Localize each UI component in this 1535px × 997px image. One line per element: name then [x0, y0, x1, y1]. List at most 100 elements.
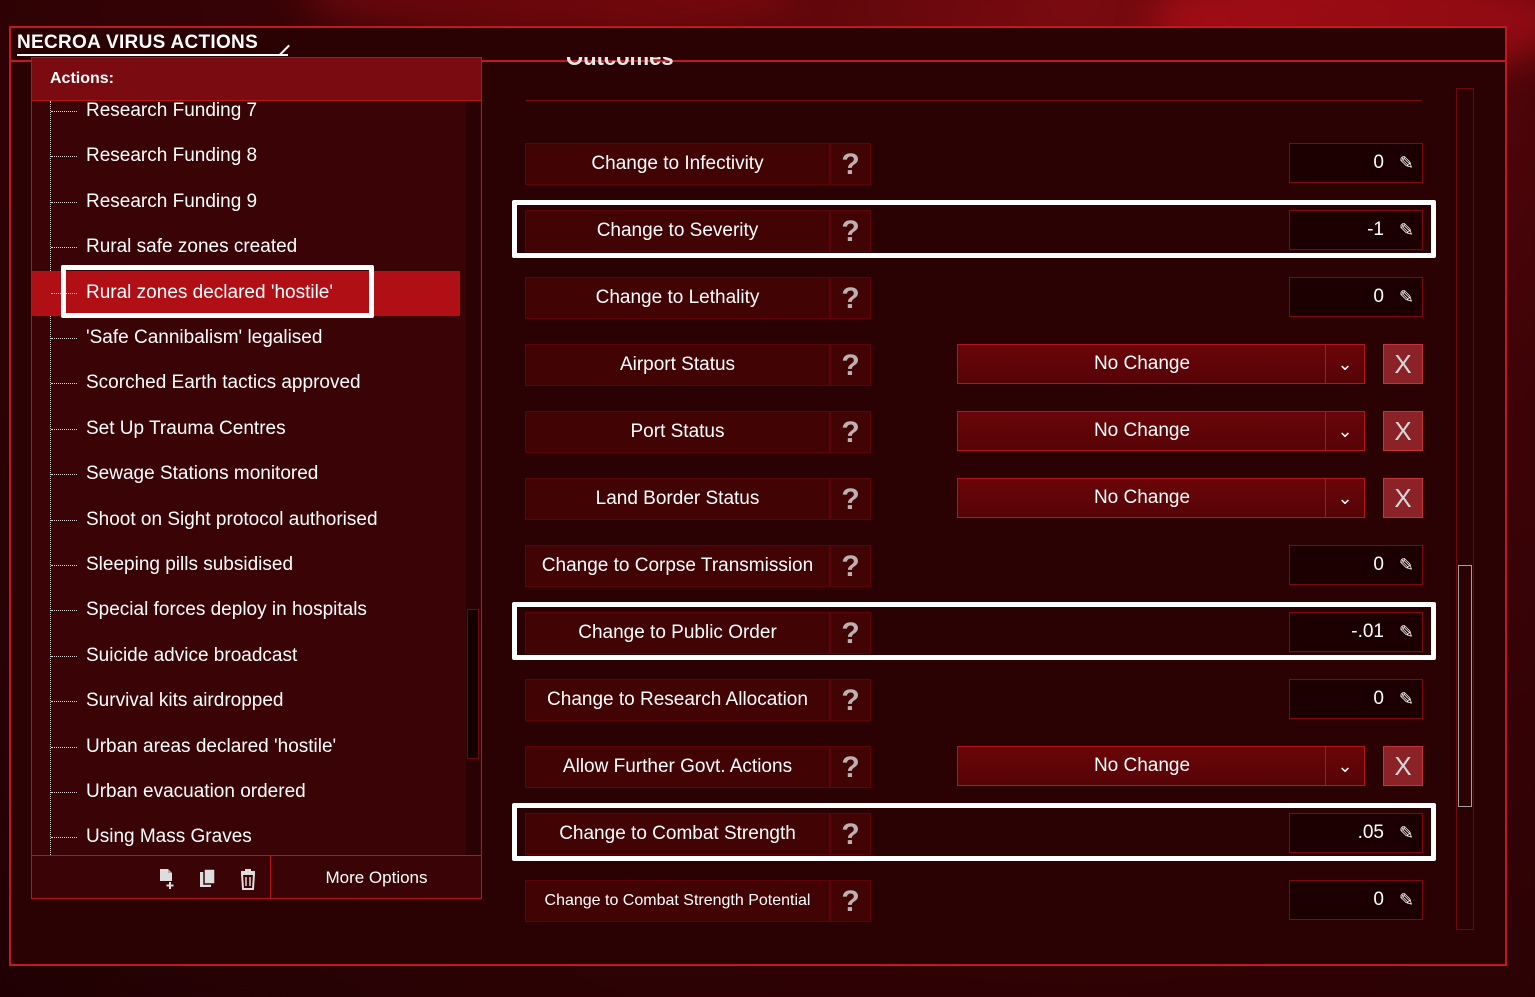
status-dropdown[interactable]: No Change ⌄ — [957, 746, 1365, 786]
value-text: 0 — [1373, 889, 1384, 910]
value-field[interactable]: 0 ✎ — [1289, 880, 1423, 920]
value-field[interactable]: 0 ✎ — [1289, 277, 1423, 317]
help-icon[interactable]: ? — [830, 679, 871, 721]
edit-pencil-icon[interactable]: ✎ — [1399, 153, 1414, 174]
list-item[interactable]: Research Funding 8 — [32, 134, 460, 179]
chevron-down-icon[interactable]: ⌄ — [1325, 345, 1364, 383]
help-icon[interactable]: ? — [830, 411, 871, 453]
list-item[interactable]: Using Mass Graves — [32, 815, 460, 855]
list-item[interactable]: Urban areas declared 'hostile' — [32, 725, 460, 770]
tree-connector — [51, 292, 77, 294]
list-item-label: Research Funding 8 — [86, 145, 258, 167]
clear-button[interactable]: X — [1383, 344, 1423, 384]
help-icon[interactable]: ? — [830, 344, 871, 386]
edit-pencil-icon[interactable]: ✎ — [1399, 287, 1414, 308]
list-item[interactable]: Rural safe zones created — [32, 225, 460, 270]
list-item-selected[interactable]: Rural zones declared 'hostile' — [32, 270, 460, 316]
outcome-row-land-border-status: Land Border Status? No Change ⌄ X — [525, 478, 1425, 520]
outcome-label: Change to Research Allocation — [525, 679, 830, 721]
value-field[interactable]: -.01 ✎ — [1289, 612, 1423, 652]
list-item[interactable]: Sleeping pills subsidised — [32, 543, 460, 588]
help-icon[interactable]: ? — [830, 746, 871, 788]
list-item[interactable]: Urban evacuation ordered — [32, 770, 460, 815]
tree-connector — [51, 792, 77, 793]
edit-pencil-icon[interactable]: ✎ — [1399, 555, 1414, 576]
value-text: .05 — [1357, 822, 1384, 843]
tree-connector — [51, 837, 77, 839]
outcome-label: Land Border Status — [525, 478, 830, 520]
outcomes-area: Outcomes Change to Infectivity? 0 ✎ Change … — [512, 57, 1450, 937]
outcome-label: Change to Public Order — [525, 612, 830, 654]
outcome-label: Change to Corpse Transmission — [525, 545, 830, 587]
help-icon[interactable]: ? — [830, 880, 871, 922]
list-item-label: Special forces deploy in hospitals — [86, 599, 367, 621]
clear-button[interactable]: X — [1383, 411, 1423, 451]
list-item[interactable]: Scorched Earth tactics approved — [32, 361, 460, 406]
value-field[interactable]: -1 ✎ — [1289, 210, 1423, 250]
outcome-row-change-to-corpse-transmission: Change to Corpse Transmission? 0 ✎ — [525, 545, 1425, 587]
help-icon[interactable]: ? — [830, 612, 871, 654]
value-field[interactable]: .05 ✎ — [1289, 813, 1423, 853]
status-dropdown[interactable]: No Change ⌄ — [957, 411, 1365, 451]
value-field[interactable]: 0 ✎ — [1289, 545, 1423, 585]
help-icon[interactable]: ? — [830, 143, 871, 185]
clear-button[interactable]: X — [1383, 746, 1423, 786]
list-item[interactable]: Shoot on Sight protocol authorised — [32, 498, 460, 543]
value-text: 0 — [1373, 688, 1384, 709]
edit-pencil-icon[interactable]: ✎ — [1399, 890, 1414, 911]
tree-connector — [51, 156, 77, 158]
outcome-row-change-to-combat-strength: Change to Combat Strength? .05 ✎ — [525, 813, 1425, 855]
list-item-label: Sleeping pills subsidised — [86, 554, 294, 575]
status-dropdown[interactable]: No Change ⌄ — [957, 344, 1365, 384]
add-file-icon[interactable] — [158, 868, 176, 890]
list-item[interactable]: Sewage Stations monitored — [32, 452, 460, 497]
list-item-label: 'Safe Cannibalism' legalised — [86, 327, 323, 348]
copy-icon[interactable] — [199, 868, 217, 890]
actions-list-scroll-thumb[interactable] — [467, 609, 479, 759]
actions-list-scrollbar[interactable] — [466, 101, 480, 855]
chevron-down-icon[interactable]: ⌄ — [1325, 479, 1364, 517]
trash-icon[interactable] — [239, 868, 257, 890]
list-item[interactable]: Research Funding 7 — [32, 101, 460, 134]
list-item[interactable]: Set Up Trauma Centres — [32, 407, 460, 452]
outcomes-scroll-thumb[interactable] — [1458, 565, 1472, 807]
edit-pencil-icon[interactable]: ✎ — [1399, 689, 1414, 710]
list-item[interactable]: 'Safe Cannibalism' legalised — [32, 316, 460, 361]
actions-list[interactable]: Research Funding 7 Research Funding 8 Rese… — [32, 101, 465, 855]
tree-connector — [51, 428, 77, 430]
actions-panel: Actions: Research Funding 7 Research Fund… — [31, 57, 482, 899]
edit-pencil-icon[interactable]: ✎ — [1399, 823, 1414, 844]
help-icon[interactable]: ? — [830, 210, 871, 252]
list-item-label: Rural zones declared 'hostile' — [86, 281, 333, 303]
edit-pencil-icon[interactable]: ✎ — [1399, 622, 1414, 643]
chevron-down-icon[interactable]: ⌄ — [1325, 747, 1364, 785]
list-item[interactable]: Suicide advice broadcast — [32, 634, 460, 679]
value-field[interactable]: 0 ✎ — [1289, 143, 1423, 183]
outcome-row-port-status: Port Status? No Change ⌄ X — [525, 411, 1425, 453]
list-item-label: Survival kits airdropped — [86, 690, 284, 712]
more-options-button[interactable]: More Options — [272, 856, 481, 899]
value-field[interactable]: 0 ✎ — [1289, 679, 1423, 719]
status-dropdown[interactable]: No Change ⌄ — [957, 478, 1365, 518]
help-icon[interactable]: ? — [830, 277, 871, 319]
help-icon[interactable]: ? — [830, 545, 871, 587]
outcome-label: Allow Further Govt. Actions — [525, 746, 830, 788]
actions-footer: More Options — [32, 855, 481, 899]
outcome-label: Change to Lethality — [525, 277, 830, 319]
actions-header: Actions: — [32, 58, 481, 101]
list-item[interactable]: Survival kits airdropped — [32, 679, 460, 724]
outcome-row-allow-further-govt-actions: Allow Further Govt. Actions? No Change ⌄ X — [525, 746, 1425, 788]
list-item[interactable]: Special forces deploy in hospitals — [32, 588, 460, 633]
tree-connector — [51, 655, 77, 657]
edit-pencil-icon[interactable]: ✎ — [1399, 220, 1414, 241]
list-item-label: Research Funding 7 — [86, 101, 258, 121]
list-item-label: Shoot on Sight protocol authorised — [86, 508, 378, 530]
help-icon[interactable]: ? — [830, 478, 871, 520]
chevron-down-icon[interactable]: ⌄ — [1325, 412, 1364, 450]
list-item[interactable]: Research Funding 9 — [32, 180, 460, 225]
value-text: 0 — [1373, 554, 1384, 575]
help-icon[interactable]: ? — [830, 813, 871, 855]
tree-connector — [51, 338, 77, 339]
outcomes-scrollbar[interactable] — [1456, 88, 1474, 930]
clear-button[interactable]: X — [1383, 478, 1423, 518]
